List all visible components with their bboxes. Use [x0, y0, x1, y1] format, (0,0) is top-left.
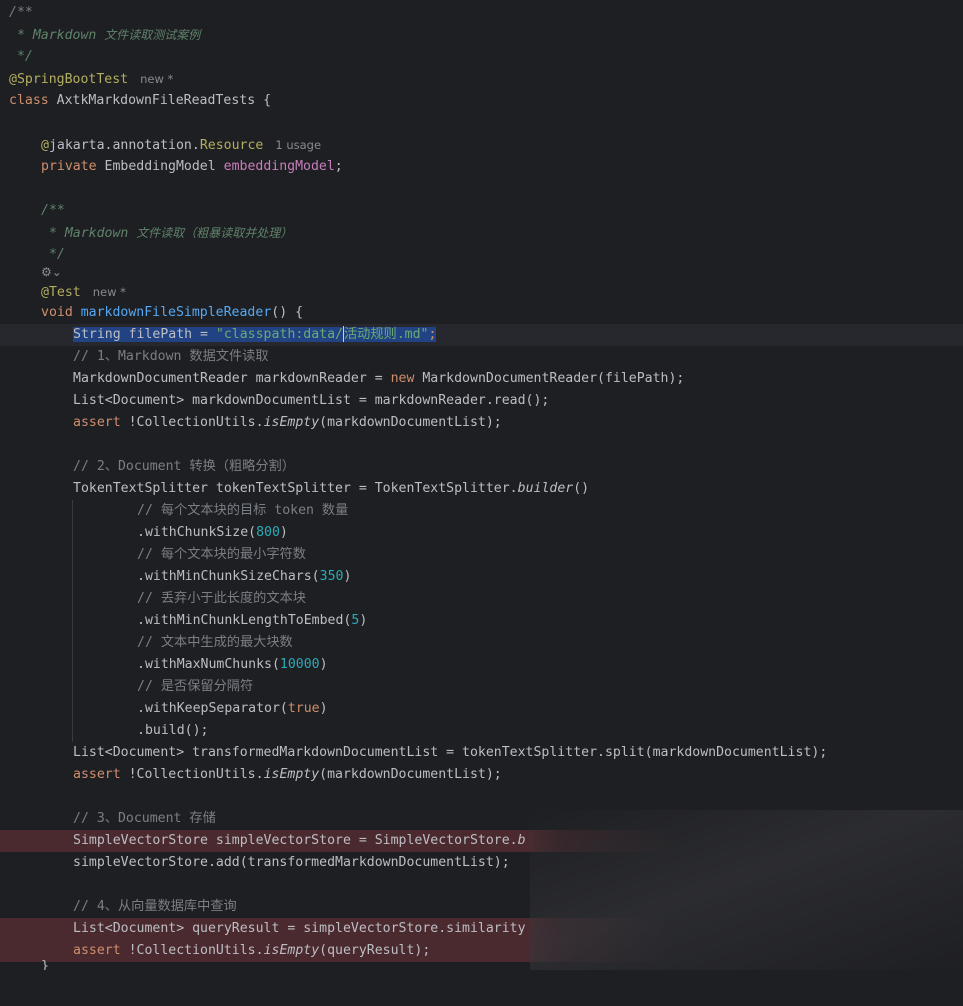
code-line-31[interactable]: .withMaxNumChunks(10000) — [0, 654, 963, 676]
code-line-34[interactable]: .build(); — [0, 720, 963, 742]
code-line-26[interactable]: // 每个文本块的最小字符数 — [0, 544, 963, 566]
code-line-22[interactable]: // 2、Document 转换（粗略分割） — [0, 456, 963, 478]
code-line-4[interactable]: @SpringBootTest new * — [0, 68, 963, 90]
class-name: AxtkMarkdownFileReadTests { — [48, 93, 272, 108]
code-line-24[interactable]: // 每个文本块的目标 token 数量 — [0, 500, 963, 522]
code-line-20[interactable]: assert !CollectionUtils.isEmpty(markdown… — [0, 412, 963, 434]
code-line-8[interactable]: private EmbeddingModel embeddingModel; — [0, 156, 963, 178]
code-line-13[interactable]: ⚙⌄ — [0, 261, 963, 283]
doc-comment-start: /** — [9, 5, 33, 20]
code-line-28[interactable]: // 丢弃小于此长度的文本块 — [0, 588, 963, 610]
code-line-32[interactable]: // 是否保留分隔符 — [0, 676, 963, 698]
code-line-11[interactable]: * Markdown 文件读取（粗暴读取并处理） — [0, 222, 963, 244]
test-annotation: @Test — [41, 285, 81, 300]
code-line-15[interactable]: void markdownFileSimpleReader() { — [0, 302, 963, 324]
code-line-29[interactable]: .withMinChunkLengthToEmbed(5) — [0, 610, 963, 632]
code-line-27[interactable]: .withMinChunkSizeChars(350) — [0, 566, 963, 588]
code-line-14[interactable]: @Test new * — [0, 281, 963, 303]
code-line-35[interactable]: List<Document> transformedMarkdownDocume… — [0, 742, 963, 764]
code-line-40[interactable]: simpleVectorStore.add(transformedMarkdow… — [0, 852, 963, 874]
doc-comment-text: * Markdown — [9, 28, 105, 43]
settings-icon[interactable]: ⚙ — [41, 265, 52, 279]
doc-comment-end: */ — [9, 49, 33, 64]
code-line-10[interactable]: /** — [0, 200, 963, 222]
code-line-45[interactable]: } — [0, 960, 963, 970]
annotation-package: jakarta.annotation. — [48, 138, 200, 153]
code-line-23[interactable]: TokenTextSplitter tokenTextSplitter = To… — [0, 478, 963, 500]
code-line-43-error[interactable]: List<Document> queryResult = simpleVecto… — [0, 918, 963, 940]
method-name: markdownFileSimpleReader — [72, 305, 272, 320]
code-line-30[interactable]: // 文本中生成的最大块数 — [0, 632, 963, 654]
selected-text[interactable]: String filePath = "classpath:data/活动规则.m… — [73, 326, 437, 342]
resource-annotation: Resource — [199, 138, 264, 153]
code-line-1[interactable]: /** — [0, 2, 963, 24]
code-line-42[interactable]: // 4、从向量数据库中查询 — [0, 896, 963, 918]
code-line-33[interactable]: .withKeepSeparator(true) — [0, 698, 963, 720]
code-editor[interactable]: /** * Markdown 文件读取测试案例 */ @SpringBootTe… — [0, 0, 963, 970]
doc-comment-cjk: 文件读取测试案例 — [104, 28, 201, 42]
code-line-18[interactable]: MarkdownDocumentReader markdownReader = … — [0, 368, 963, 390]
code-line-25[interactable]: .withChunkSize(800) — [0, 522, 963, 544]
inlay-hint-new[interactable]: new * — [140, 72, 173, 86]
code-line-19[interactable]: List<Document> markdownDocumentList = ma… — [0, 390, 963, 412]
inlay-hint-new[interactable]: new * — [93, 285, 126, 299]
code-line-17[interactable]: // 1、Markdown 数据文件读取 — [0, 346, 963, 368]
code-line-38[interactable]: // 3、Document 存储 — [0, 808, 963, 830]
springboottest-annotation: @SpringBootTest — [9, 72, 129, 87]
chevron-down-icon[interactable]: ⌄ — [52, 265, 62, 279]
embedding-model-field: embeddingModel — [223, 159, 335, 174]
code-line-7[interactable]: @jakarta.annotation.Resource 1 usage — [0, 134, 963, 156]
inlay-hint-usage[interactable]: 1 usage — [275, 138, 321, 152]
code-line-36[interactable]: assert !CollectionUtils.isEmpty(markdown… — [0, 764, 963, 786]
code-line-2[interactable]: * Markdown 文件读取测试案例 — [0, 24, 963, 46]
code-line-5[interactable]: class AxtkMarkdownFileReadTests { — [0, 90, 963, 112]
code-line-16-current[interactable]: String filePath = "classpath:data/活动规则.m… — [0, 324, 963, 346]
code-line-3[interactable]: */ — [0, 46, 963, 68]
class-keyword: class — [9, 93, 49, 108]
code-line-39-error[interactable]: SimpleVectorStore simpleVectorStore = Si… — [0, 830, 963, 852]
code-line-44-error[interactable]: assert !CollectionUtils.isEmpty(queryRes… — [0, 940, 963, 962]
